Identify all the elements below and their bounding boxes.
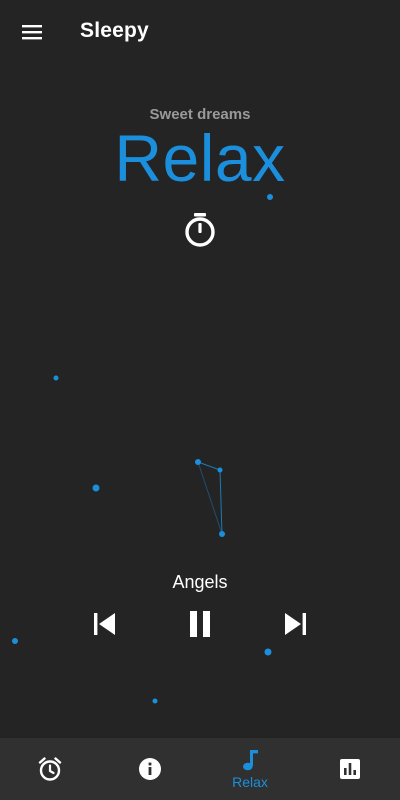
constellation-line: [197, 461, 221, 471]
star: [152, 698, 158, 704]
star: [53, 375, 59, 381]
menu-icon: [22, 25, 42, 40]
next-track-button[interactable]: [276, 604, 316, 644]
alarm-icon: [38, 757, 62, 781]
track-title: Angels: [172, 572, 228, 592]
music-note-icon: [243, 750, 258, 771]
pause-icon: [190, 611, 210, 637]
star: [12, 638, 18, 644]
nav-item-alarm[interactable]: [0, 738, 100, 800]
pause-button[interactable]: [180, 604, 220, 644]
star: [217, 467, 223, 473]
info-icon: [139, 758, 161, 780]
nav-item-relax[interactable]: Relax: [200, 738, 300, 800]
sleep-timer-button[interactable]: [180, 209, 220, 251]
skip-next-icon: [285, 613, 306, 635]
bar-chart-icon: [340, 759, 360, 779]
nav-item-info[interactable]: [100, 738, 200, 800]
menu-button[interactable]: [12, 12, 52, 52]
app-title: Sleepy: [80, 19, 149, 42]
star: [219, 531, 225, 537]
hero-title: Relax: [114, 121, 286, 195]
star: [264, 648, 272, 656]
skip-previous-icon: [94, 613, 115, 635]
app-bar: Sleepy: [0, 0, 400, 64]
timer-icon: [185, 213, 215, 247]
constellation-line: [219, 469, 223, 535]
bottom-navigation: Relax: [0, 738, 400, 800]
star: [92, 484, 100, 492]
nav-label-relax: Relax: [232, 774, 268, 790]
constellation-line: [197, 461, 223, 535]
nav-item-stats[interactable]: [300, 738, 400, 800]
previous-track-button[interactable]: [84, 604, 124, 644]
app-screen: Sleepy Sweet dreams Relax Angels Relax: [0, 0, 400, 800]
star: [195, 459, 201, 465]
